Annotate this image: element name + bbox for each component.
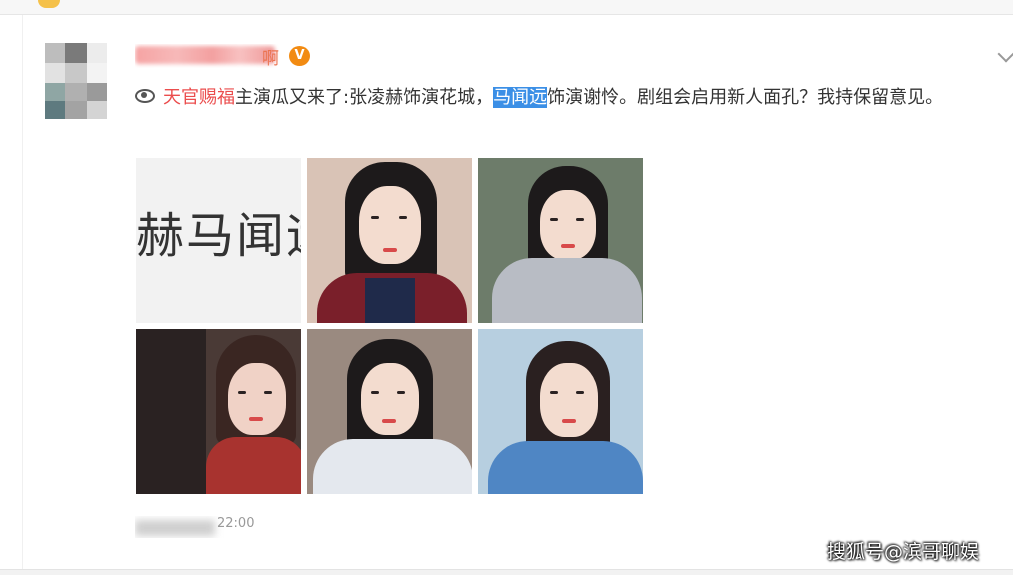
username-suffix[interactable]: 啊	[262, 44, 279, 69]
avatar[interactable]	[45, 43, 107, 119]
top-strip	[0, 0, 1013, 15]
post-text-after: 饰演谢怜。剧组会启用新人面孔？我持保留意见。	[547, 87, 944, 108]
timestamp: 22:00	[135, 516, 270, 538]
topic-link[interactable]: 天官赐福	[163, 87, 235, 108]
crown-icon	[38, 0, 60, 8]
image-thumbnail-4[interactable]	[136, 329, 301, 494]
image-thumbnail-3[interactable]	[478, 158, 643, 323]
post-text-before: 主演瓜又来了:张凌赫饰演花城，	[235, 87, 494, 108]
image-thumbnail-6[interactable]	[478, 329, 643, 494]
image-text: 赫马闻远	[136, 208, 301, 264]
username-blurred[interactable]	[135, 44, 280, 68]
watermark: 搜狐号@滨哥聊娱	[827, 541, 980, 563]
image-thumbnail-2[interactable]	[307, 158, 472, 323]
image-thumbnail-5[interactable]	[307, 329, 472, 494]
bottom-divider	[0, 569, 1013, 575]
highlighted-text: 马闻远	[493, 87, 548, 108]
verified-icon: V	[289, 46, 310, 66]
topic-icon	[135, 89, 155, 103]
image-thumbnail-1[interactable]: 赫马闻远	[136, 158, 301, 323]
post-text: 天官赐福主演瓜又来了:张凌赫饰演花城，马闻远饰演谢怜。剧组会启用新人面孔？我持保…	[135, 84, 995, 112]
timestamp-tail: 22:00	[217, 516, 255, 531]
